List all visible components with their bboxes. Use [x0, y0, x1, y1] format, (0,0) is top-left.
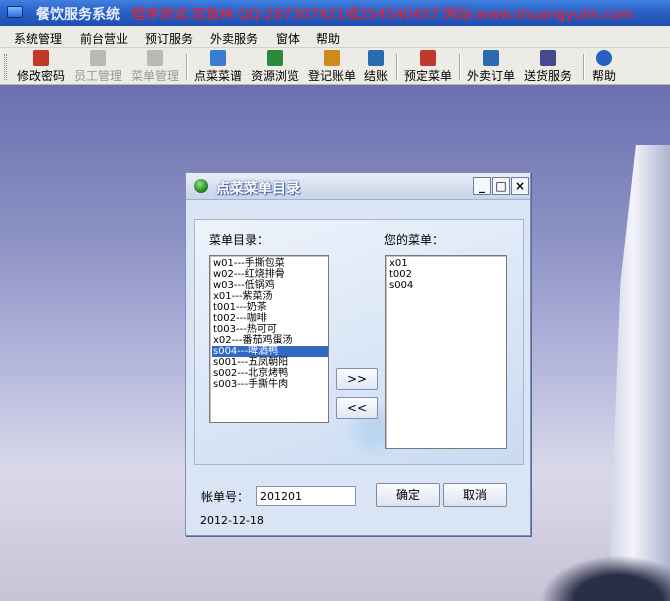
list-item[interactable]: t001---奶茶: [212, 302, 328, 313]
toolbar-separator: [186, 54, 188, 80]
list-item-selected[interactable]: s004---啤酒鸭: [212, 346, 328, 357]
maximize-button[interactable]: □: [492, 177, 510, 195]
menu-window[interactable]: 窗体: [276, 30, 300, 47]
browse-icon: [267, 50, 283, 66]
menu-front-desk[interactable]: 前台营业: [80, 30, 128, 47]
bill-number-input[interactable]: [256, 486, 356, 506]
tower-building: [608, 145, 670, 601]
menu-manage-button[interactable]: 菜单管理: [129, 50, 181, 84]
delivery-service-button[interactable]: 送货服务: [521, 50, 575, 84]
app-icon: [7, 6, 23, 18]
toolbar-grip[interactable]: [4, 54, 7, 80]
toolbar-separator: [459, 54, 461, 80]
menu-reservation[interactable]: 预订服务: [145, 30, 193, 47]
list-item[interactable]: x01---紫菜汤: [212, 291, 328, 302]
checkout-icon: [368, 50, 384, 66]
dialog-titlebar[interactable]: 点菜菜单目录 _ □ ×: [186, 173, 530, 200]
menu-help[interactable]: 帮助: [316, 30, 340, 47]
add-to-order-button[interactable]: >>: [336, 368, 378, 390]
your-menu-label: 您的菜单：: [384, 233, 445, 247]
register-bill-icon: [324, 50, 340, 66]
ok-button[interactable]: 确定: [376, 483, 440, 507]
list-item[interactable]: x02---番茄鸡蛋汤: [212, 335, 328, 346]
app-titlebar: 餐饮服务系统 程序测试:双鱼林 QQ:287307421或254540457 网…: [0, 0, 670, 26]
list-item[interactable]: x01: [388, 258, 506, 269]
menu-takeout[interactable]: 外卖服务: [210, 30, 258, 47]
close-button[interactable]: ×: [511, 177, 529, 195]
people-icon: [90, 50, 106, 66]
order-recipe-button[interactable]: 点菜菜谱: [192, 50, 244, 84]
toolbar-separator: [396, 54, 398, 80]
palm-silhouette: [540, 555, 670, 601]
minimize-button[interactable]: _: [473, 177, 491, 195]
order-menu-dialog: 点菜菜单目录 _ □ × 菜单目录： 您的菜单： w01---手撕包菜 w02-…: [185, 172, 531, 536]
app-title: 餐饮服务系统: [36, 7, 120, 23]
list-item[interactable]: t002: [388, 269, 506, 280]
menu-catalog-list[interactable]: w01---手撕包菜 w02---红烧排骨 w03---低锅鸡 x01---紫菜…: [209, 255, 329, 423]
key-icon: [33, 50, 49, 66]
list-item[interactable]: w01---手撕包菜: [212, 258, 328, 269]
green-dot-icon: [194, 179, 208, 193]
date-label: 2012-12-18: [200, 514, 264, 527]
menubar: 系统管理 前台营业 预订服务 外卖服务 窗体 帮助: [0, 26, 670, 48]
list-item[interactable]: w03---低锅鸡: [212, 280, 328, 291]
list-item[interactable]: s003---手撕牛肉: [212, 379, 328, 390]
promo-text: 程序测试:双鱼林 QQ:287307421或254540457 网站:www.s…: [131, 7, 634, 23]
checkout-button[interactable]: 结账: [362, 50, 390, 84]
takeout-order-button[interactable]: 外卖订单: [465, 50, 517, 84]
list-item[interactable]: t002---咖啡: [212, 313, 328, 324]
list-item[interactable]: t003---热可可: [212, 324, 328, 335]
dialog-title: 点菜菜单目录: [216, 181, 300, 197]
menu-catalog-label: 菜单目录：: [209, 233, 270, 247]
help-button[interactable]: 帮助: [590, 50, 618, 84]
help-icon: [596, 50, 612, 66]
remove-from-order-button[interactable]: <<: [336, 397, 378, 419]
list-item[interactable]: w02---红烧排骨: [212, 269, 328, 280]
reserve-icon: [420, 50, 436, 66]
cancel-button[interactable]: 取消: [443, 483, 507, 507]
takeout-icon: [483, 50, 499, 66]
list-item[interactable]: s004: [388, 280, 506, 291]
toolbar-separator: [583, 54, 585, 80]
toolbar: 修改密码 员工管理 菜单管理 点菜菜谱 资源浏览 登记账单 结账 预定菜单 外卖…: [0, 48, 670, 85]
change-password-button[interactable]: 修改密码: [15, 50, 67, 84]
staff-manage-button[interactable]: 员工管理: [72, 50, 124, 84]
list-item[interactable]: s001---五凤朝阳: [212, 357, 328, 368]
list-item[interactable]: s002---北京烤鸭: [212, 368, 328, 379]
menu-book-icon: [147, 50, 163, 66]
reserve-menu-button[interactable]: 预定菜单: [402, 50, 454, 84]
register-bill-button[interactable]: 登记账单: [306, 50, 358, 84]
delivery-icon: [540, 50, 556, 66]
dialog-panel: 菜单目录： 您的菜单： w01---手撕包菜 w02---红烧排骨 w03---…: [194, 219, 524, 465]
browse-resources-button[interactable]: 资源浏览: [249, 50, 301, 84]
recipe-icon: [210, 50, 226, 66]
menu-system[interactable]: 系统管理: [14, 30, 62, 47]
bill-number-label: 帐单号：: [201, 490, 250, 504]
your-menu-list[interactable]: x01 t002 s004: [385, 255, 507, 449]
